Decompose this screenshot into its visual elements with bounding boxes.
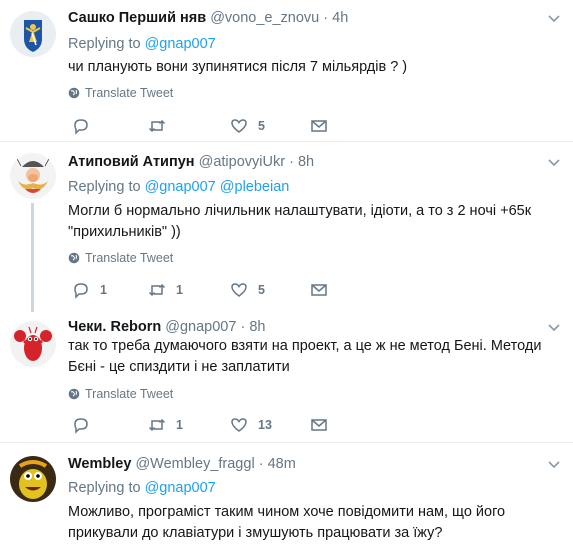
yellow-fraggle-icon [10, 456, 56, 502]
like-button[interactable]: 5 [230, 281, 265, 299]
tweet-header: Сашко Перший няв @vono_e_znovu · 4h [68, 10, 348, 26]
user-handle[interactable]: @vono_e_znovu [210, 10, 319, 26]
avatar[interactable] [10, 321, 56, 367]
tweet-1[interactable]: Сашко Перший няв @vono_e_znovu · 4h Repl… [0, 0, 573, 140]
red-lobster-icon [10, 321, 56, 367]
timestamp[interactable]: 8h [249, 319, 265, 335]
translate-tweet-link[interactable]: Translate Tweet [68, 86, 173, 100]
display-name[interactable]: Атиповий Атипун [68, 154, 195, 170]
replying-label: Replying to [68, 179, 141, 195]
retweet-icon [148, 283, 166, 297]
tweet-text: Можливо, програміст таким чином хоче пов… [68, 504, 506, 541]
mention-link[interactable]: @gnap007 [145, 480, 216, 496]
mention-link[interactable]: @gnap007 [145, 36, 216, 52]
tweet-text: Могли б нормально лічильник налаштувати,… [68, 203, 532, 240]
separator-dot: · [289, 154, 294, 170]
tweet-4[interactable]: Wembley @Wembley_fraggl · 48m Replying t… [0, 443, 573, 549]
thread-connector [31, 203, 34, 312]
timestamp[interactable]: 48m [268, 456, 296, 472]
avatar[interactable] [10, 153, 56, 199]
tweet-2[interactable]: Атиповий Атипун @atipovyiUkr · 8h Replyi… [0, 142, 573, 312]
retweet-button[interactable] [148, 117, 176, 135]
like-button[interactable]: 5 [230, 117, 265, 135]
coat-of-arms-angel-icon [10, 11, 56, 57]
reply-icon [74, 119, 88, 135]
replying-to: Replying to @gnap007 @plebeian [68, 179, 289, 195]
mention-link[interactable]: @gnap007 [145, 179, 216, 195]
retweet-count: 1 [176, 418, 183, 432]
reply-button[interactable] [72, 416, 100, 434]
separator-dot: · [240, 319, 246, 335]
cartoon-gaul-icon [10, 153, 56, 199]
translate-tweet-link[interactable]: Translate Tweet [68, 251, 173, 265]
replying-to: Replying to @gnap007 [68, 480, 216, 496]
tweet-text: так то треба думаючого взяти на проект, … [68, 338, 542, 375]
replying-label: Replying to [68, 480, 141, 496]
separator-dot: · [258, 456, 264, 472]
translate-label: Translate Tweet [85, 86, 174, 100]
timestamp[interactable]: 8h [298, 154, 314, 170]
user-handle[interactable]: @Wembley_fraggl [135, 456, 254, 472]
display-name[interactable]: Сашко Перший няв [68, 10, 206, 26]
mention-link[interactable]: @plebeian [220, 179, 290, 195]
replying-label: Replying to [68, 36, 141, 52]
retweet-button[interactable]: 1 [148, 281, 183, 299]
tweet-3[interactable]: Чеки. Reborn @gnap007 · 8h так то треба … [0, 312, 573, 440]
reply-button[interactable]: 1 [72, 281, 107, 299]
avatar[interactable] [10, 456, 56, 502]
like-count: 5 [258, 283, 265, 297]
replying-to: Replying to @gnap007 [68, 36, 216, 52]
chevron-down-icon[interactable] [547, 14, 561, 24]
tweet-text: чи планують вони зупинятися після 7 міль… [68, 59, 408, 75]
tweet-header: Чеки. Reborn @gnap007 · 8h [68, 319, 265, 335]
separator-dot: · [323, 10, 329, 26]
chevron-down-icon[interactable] [547, 323, 561, 333]
translate-tweet-link[interactable]: Translate Tweet [68, 387, 173, 401]
heart-icon [231, 283, 247, 297]
direct-message-button[interactable] [310, 281, 328, 299]
retweet-icon [148, 119, 166, 133]
like-count: 5 [258, 119, 265, 133]
user-handle[interactable]: @atipovyiUkr [199, 154, 285, 170]
envelope-icon [311, 284, 327, 296]
envelope-icon [311, 120, 327, 132]
translate-label: Translate Tweet [85, 251, 174, 265]
retweet-button[interactable]: 1 [148, 416, 183, 434]
globe-icon [68, 252, 80, 264]
reply-count: 1 [100, 283, 107, 297]
like-button[interactable]: 13 [230, 416, 272, 434]
retweet-icon [148, 418, 166, 432]
display-name[interactable]: Чеки. Reborn [68, 319, 161, 335]
direct-message-button[interactable] [310, 416, 328, 434]
retweet-count: 1 [176, 283, 183, 297]
envelope-icon [311, 419, 327, 431]
tweet-header: Wembley @Wembley_fraggl · 48m [68, 456, 296, 472]
chevron-down-icon[interactable] [547, 460, 561, 470]
timestamp[interactable]: 4h [332, 10, 348, 26]
avatar[interactable] [10, 11, 56, 57]
chevron-down-icon[interactable] [547, 158, 561, 168]
reply-icon [74, 283, 88, 299]
translate-label: Translate Tweet [85, 387, 174, 401]
direct-message-button[interactable] [310, 117, 328, 135]
reply-button[interactable] [72, 117, 100, 135]
heart-icon [231, 119, 247, 133]
globe-icon [68, 388, 80, 400]
heart-icon [231, 418, 247, 432]
globe-icon [68, 87, 80, 99]
like-count: 13 [258, 418, 272, 432]
display-name[interactable]: Wembley [68, 456, 131, 472]
reply-icon [74, 418, 88, 434]
user-handle[interactable]: @gnap007 [165, 319, 236, 335]
tweet-header: Атиповий Атипун @atipovyiUkr · 8h [68, 154, 314, 170]
